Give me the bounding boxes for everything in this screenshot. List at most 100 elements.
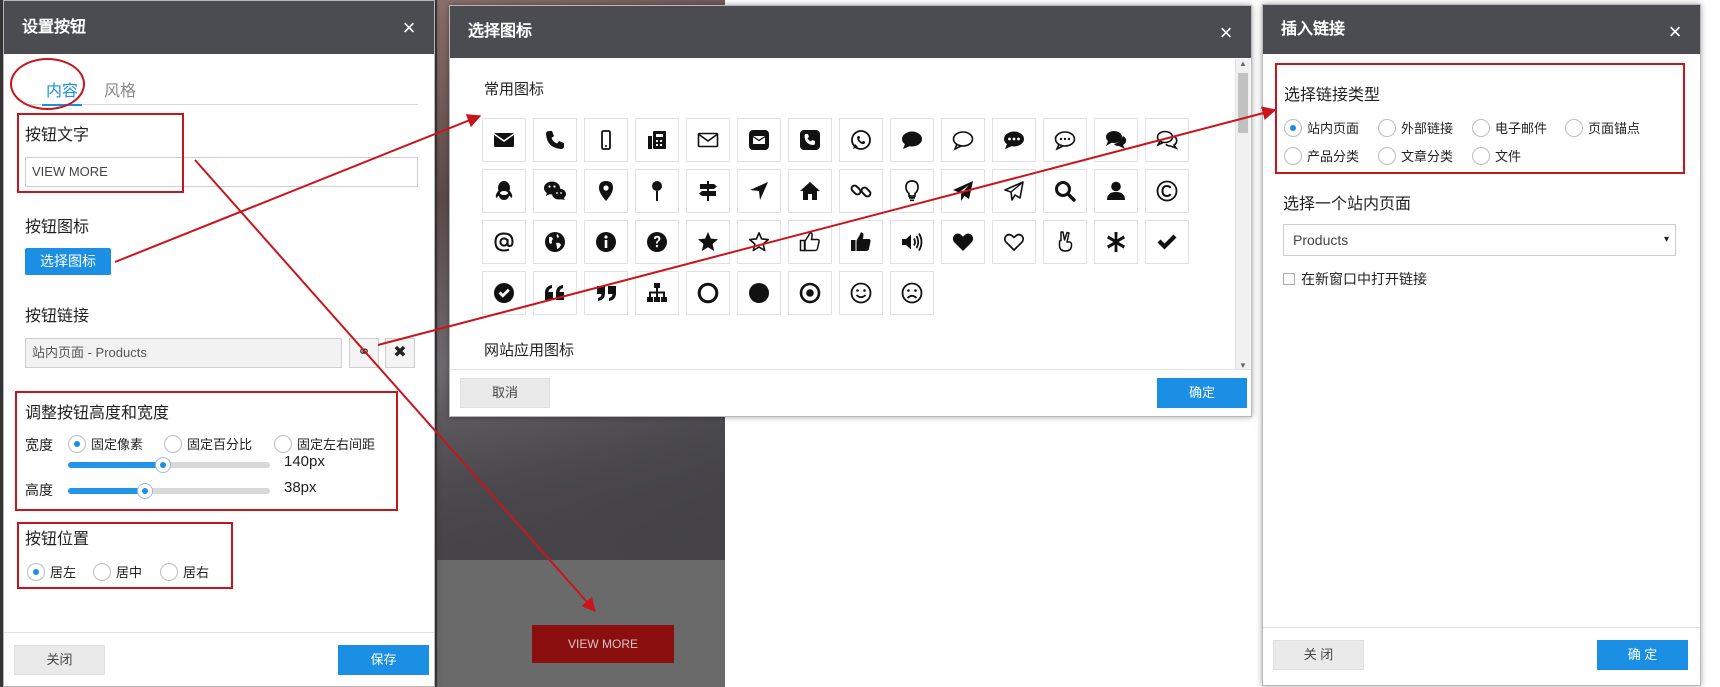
icon-option[interactable] bbox=[482, 118, 526, 162]
icon-option[interactable] bbox=[890, 169, 934, 213]
width-slider[interactable] bbox=[68, 457, 270, 473]
radio-button[interactable] bbox=[1378, 146, 1396, 165]
icon-option[interactable] bbox=[1145, 169, 1189, 213]
radio-button[interactable] bbox=[1284, 118, 1302, 137]
link-type-anchor[interactable]: 页面锚点 bbox=[1565, 118, 1640, 137]
icon-option[interactable] bbox=[584, 118, 628, 162]
radio-button[interactable] bbox=[1565, 118, 1583, 137]
width-mode-percent[interactable]: 固定百分比 bbox=[164, 434, 252, 453]
link-type-product-category[interactable]: 产品分类 bbox=[1284, 146, 1359, 165]
tab-content[interactable]: 内容 bbox=[42, 77, 83, 106]
radio-button[interactable] bbox=[68, 434, 86, 453]
icon-option[interactable] bbox=[992, 169, 1036, 213]
icon-option[interactable] bbox=[839, 220, 883, 264]
icon-option[interactable] bbox=[1043, 169, 1087, 213]
scrollbar-thumb[interactable] bbox=[1238, 73, 1248, 133]
icon-option[interactable] bbox=[482, 271, 526, 315]
icon-option[interactable] bbox=[839, 169, 883, 213]
link-type-email[interactable]: 电子邮件 bbox=[1472, 118, 1547, 137]
icon-option[interactable] bbox=[992, 220, 1036, 264]
close-icon[interactable]: × bbox=[1215, 6, 1237, 59]
page-select[interactable]: Products ▾ bbox=[1283, 224, 1676, 256]
position-center[interactable]: 居中 bbox=[93, 562, 142, 581]
icon-option[interactable] bbox=[482, 220, 526, 264]
width-mode-fixed-px[interactable]: 固定像素 bbox=[68, 434, 143, 453]
icon-option[interactable] bbox=[584, 271, 628, 315]
radio-button[interactable] bbox=[164, 434, 182, 453]
save-button[interactable]: 保存 bbox=[338, 645, 429, 675]
icon-option[interactable] bbox=[788, 220, 832, 264]
icon-option[interactable] bbox=[584, 220, 628, 264]
slider-handle[interactable] bbox=[154, 457, 171, 473]
icon-option[interactable] bbox=[890, 220, 934, 264]
icon-option[interactable] bbox=[686, 169, 730, 213]
clear-link-button[interactable]: ✖ bbox=[385, 338, 415, 368]
icon-option[interactable] bbox=[788, 271, 832, 315]
icon-option[interactable] bbox=[533, 169, 577, 213]
cancel-button[interactable]: 取消 bbox=[460, 378, 550, 408]
link-type-internal[interactable]: 站内页面 bbox=[1284, 118, 1359, 137]
icon-option[interactable] bbox=[992, 118, 1036, 162]
button-text-input[interactable]: VIEW MORE bbox=[25, 157, 418, 187]
button-link-field[interactable]: 站内页面 - Products bbox=[25, 338, 342, 368]
icon-option[interactable] bbox=[482, 169, 526, 213]
position-left[interactable]: 居左 bbox=[27, 562, 76, 581]
slider-handle[interactable] bbox=[136, 483, 153, 499]
new-window-option[interactable]: 在新窗口中打开链接 bbox=[1283, 269, 1427, 289]
width-mode-margin[interactable]: 固定左右间距 bbox=[274, 434, 375, 453]
radio-button[interactable] bbox=[93, 562, 111, 581]
height-slider[interactable] bbox=[68, 483, 270, 499]
link-type-article-category[interactable]: 文章分类 bbox=[1378, 146, 1453, 165]
close-button[interactable]: 关 闭 bbox=[1273, 640, 1364, 670]
radio-button[interactable] bbox=[274, 434, 292, 453]
icon-option[interactable] bbox=[941, 118, 985, 162]
radio-button[interactable] bbox=[1472, 118, 1490, 137]
icon-option[interactable] bbox=[737, 118, 781, 162]
icon-option[interactable] bbox=[635, 271, 679, 315]
link-button[interactable]: ⚭ bbox=[349, 338, 379, 368]
close-icon[interactable]: × bbox=[1664, 5, 1686, 58]
close-icon[interactable]: × bbox=[398, 1, 420, 54]
icon-option[interactable] bbox=[1043, 118, 1087, 162]
choose-icon-button[interactable]: 选择图标 bbox=[25, 248, 111, 275]
icon-option[interactable] bbox=[1094, 169, 1138, 213]
link-type-external[interactable]: 外部链接 bbox=[1378, 118, 1453, 137]
position-right[interactable]: 居右 bbox=[160, 562, 209, 581]
link-type-file[interactable]: 文件 bbox=[1472, 146, 1521, 165]
icon-option[interactable] bbox=[839, 271, 883, 315]
icon-option[interactable] bbox=[1145, 118, 1189, 162]
icon-option[interactable] bbox=[686, 118, 730, 162]
radio-button[interactable] bbox=[160, 562, 178, 581]
radio-button[interactable] bbox=[1378, 118, 1396, 137]
icon-option[interactable] bbox=[941, 220, 985, 264]
icon-option[interactable] bbox=[635, 220, 679, 264]
radio-button[interactable] bbox=[1284, 146, 1302, 165]
icon-option[interactable] bbox=[1094, 118, 1138, 162]
icon-option[interactable] bbox=[941, 169, 985, 213]
icon-option[interactable] bbox=[737, 220, 781, 264]
icon-option[interactable] bbox=[839, 118, 883, 162]
tab-style[interactable]: 风格 bbox=[104, 77, 136, 101]
icon-option[interactable] bbox=[533, 220, 577, 264]
preview-view-more-button[interactable]: VIEW MORE bbox=[532, 625, 674, 663]
close-button[interactable]: 关闭 bbox=[14, 645, 105, 675]
icon-option[interactable] bbox=[1145, 220, 1189, 264]
icon-option[interactable] bbox=[737, 271, 781, 315]
radio-button[interactable] bbox=[27, 562, 45, 581]
icon-option[interactable] bbox=[788, 169, 832, 213]
icon-option[interactable] bbox=[737, 169, 781, 213]
icon-option[interactable] bbox=[1094, 220, 1138, 264]
icon-option[interactable] bbox=[635, 169, 679, 213]
icon-option[interactable] bbox=[533, 118, 577, 162]
icon-option[interactable] bbox=[686, 271, 730, 315]
scroll-up-icon[interactable]: ▲ bbox=[1239, 59, 1247, 68]
icon-option[interactable] bbox=[890, 271, 934, 315]
scrollbar[interactable]: ▲ ▼ bbox=[1235, 59, 1250, 370]
radio-button[interactable] bbox=[1472, 146, 1490, 165]
icon-option[interactable] bbox=[635, 118, 679, 162]
icon-option[interactable] bbox=[686, 220, 730, 264]
ok-button[interactable]: 确定 bbox=[1157, 378, 1247, 408]
ok-button[interactable]: 确 定 bbox=[1597, 640, 1688, 670]
icon-option[interactable] bbox=[533, 271, 577, 315]
icon-option[interactable] bbox=[584, 169, 628, 213]
